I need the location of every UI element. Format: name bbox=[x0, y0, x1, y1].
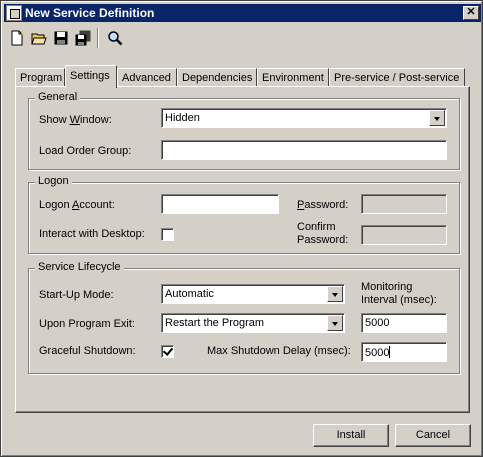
save-all-button[interactable] bbox=[72, 27, 94, 49]
startup-mode-value: Automatic bbox=[165, 288, 214, 300]
startup-mode-select[interactable]: Automatic bbox=[161, 284, 345, 304]
chevron-down-icon[interactable] bbox=[327, 315, 343, 331]
show-window-select[interactable]: Hidden bbox=[161, 108, 447, 128]
tab-program[interactable]: Program bbox=[15, 68, 65, 87]
new-button[interactable] bbox=[6, 27, 28, 49]
interact-desktop-checkbox[interactable] bbox=[161, 228, 174, 241]
install-button[interactable]: Install bbox=[313, 424, 389, 447]
monitoring-interval-label-line1: Monitoring bbox=[361, 281, 413, 293]
chevron-down-icon[interactable] bbox=[429, 110, 445, 126]
save-button[interactable] bbox=[50, 27, 72, 49]
search-icon bbox=[108, 31, 123, 46]
graceful-shutdown-label: Graceful Shutdown: bbox=[39, 345, 136, 357]
password-label: Password: bbox=[297, 199, 349, 211]
lifecycle-group-title: Service Lifecycle bbox=[35, 261, 124, 273]
general-group-title: General bbox=[35, 91, 81, 103]
find-button[interactable] bbox=[104, 27, 126, 49]
new-file-icon bbox=[11, 30, 24, 46]
confirm-password-label-line2: Password: bbox=[297, 234, 349, 246]
max-shutdown-delay-label: Max Shutdown Delay (msec): bbox=[207, 345, 351, 357]
text-caret bbox=[389, 346, 391, 358]
save-icon bbox=[54, 31, 68, 45]
service-lifecycle-group: Service Lifecycle Start-Up Mode: Automat… bbox=[28, 261, 460, 374]
max-shutdown-delay-input[interactable]: 5000 bbox=[361, 342, 447, 362]
interact-desktop-label: Interact with Desktop: bbox=[39, 228, 145, 240]
open-folder-icon bbox=[31, 33, 47, 45]
password-input bbox=[361, 194, 447, 214]
monitoring-interval-label-line2: Interval (msec): bbox=[361, 294, 437, 306]
tab-strip: Program Settings Advanced Dependencies E… bbox=[15, 65, 475, 88]
confirm-password-label-line1: Confirm bbox=[297, 221, 336, 233]
show-window-value: Hidden bbox=[165, 112, 200, 124]
open-button[interactable] bbox=[28, 27, 50, 49]
graceful-shutdown-checkbox[interactable] bbox=[161, 345, 174, 358]
load-order-input[interactable] bbox=[161, 140, 447, 160]
monitoring-interval-input[interactable]: 5000 bbox=[361, 313, 447, 333]
max-shutdown-delay-value: 5000 bbox=[365, 347, 390, 359]
settings-panel: General Show Window: Hidden Load Order G… bbox=[15, 86, 470, 413]
tab-settings[interactable]: Settings bbox=[65, 65, 117, 88]
show-window-label: Show Window: bbox=[39, 114, 112, 126]
logon-account-label: Logon Account: bbox=[39, 199, 115, 211]
logon-group: Logon Logon Account: Password: Interact … bbox=[28, 175, 460, 254]
program-exit-label: Upon Program Exit: bbox=[39, 318, 135, 330]
save-all-icon bbox=[75, 30, 91, 46]
logon-account-input[interactable] bbox=[161, 194, 279, 214]
toolbar-separator bbox=[97, 28, 99, 48]
tab-pre-post-service[interactable]: Pre-service / Post-service bbox=[329, 68, 465, 87]
tab-environment[interactable]: Environment bbox=[257, 68, 329, 87]
app-icon bbox=[6, 5, 22, 21]
chevron-down-icon[interactable] bbox=[327, 286, 343, 302]
window-title: New Service Definition bbox=[25, 6, 155, 20]
close-button[interactable]: ✕ bbox=[463, 6, 479, 20]
program-exit-value: Restart the Program bbox=[165, 317, 265, 329]
title-bar[interactable]: New Service Definition ✕ bbox=[4, 4, 481, 22]
startup-mode-label: Start-Up Mode: bbox=[39, 289, 114, 301]
toolbar bbox=[4, 26, 481, 50]
program-exit-select[interactable]: Restart the Program bbox=[161, 313, 345, 333]
general-group: General Show Window: Hidden Load Order G… bbox=[28, 91, 460, 170]
dialog-window: New Service Definition ✕ Program Setting… bbox=[0, 0, 483, 457]
logon-group-title: Logon bbox=[35, 175, 72, 187]
load-order-label: Load Order Group: bbox=[39, 145, 132, 157]
tab-advanced[interactable]: Advanced bbox=[117, 68, 177, 87]
confirm-password-input bbox=[361, 225, 447, 245]
tab-dependencies[interactable]: Dependencies bbox=[177, 68, 257, 87]
cancel-button[interactable]: Cancel bbox=[395, 424, 471, 447]
